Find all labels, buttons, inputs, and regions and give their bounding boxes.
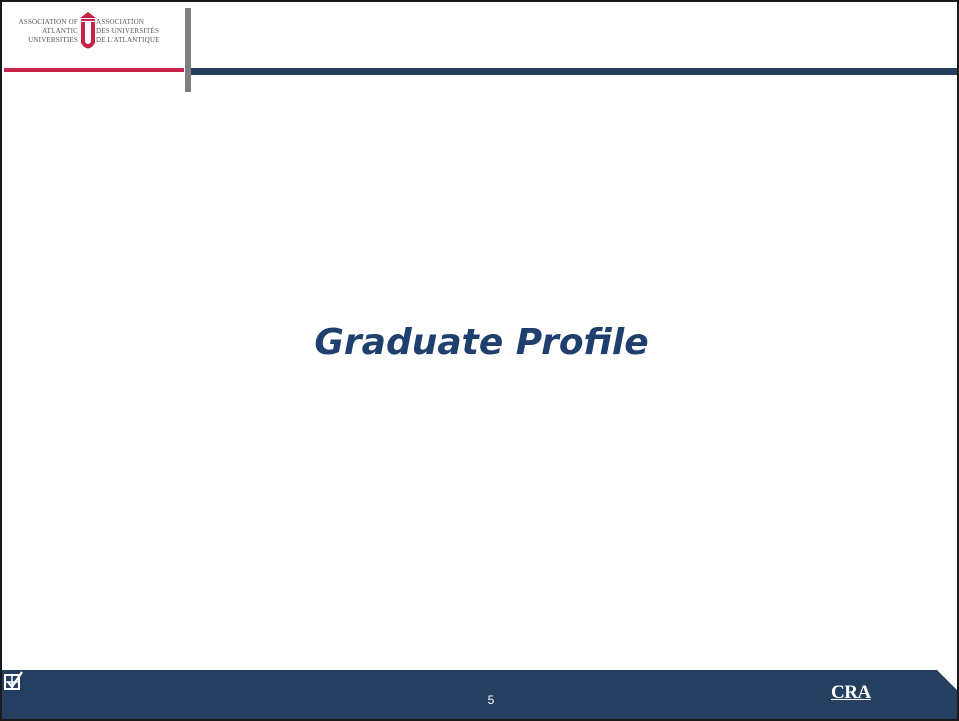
slide: ASSOCIATION OF ATLANTIC UNIVERSITIES ASS… [0,0,959,721]
header-red-rule [4,68,184,72]
university-arch-icon [80,12,96,49]
checkbox-check-icon [4,671,23,690]
slide-footer: 5 CRA [2,670,957,719]
cra-logo-text: CRA [831,682,871,703]
logo-text-english: ASSOCIATION OF ATLANTIC UNIVERSITIES [18,18,78,44]
header-grey-bar [185,8,191,92]
aau-logo: ASSOCIATION OF ATLANTIC UNIVERSITIES ASS… [4,4,186,72]
slide-title: Graduate Profile [314,322,649,363]
header-navy-rule [191,68,957,75]
logo-text-french: ASSOCIATION DES UNIVERSITÉS DE L'ATLANTI… [96,18,160,44]
page-number: 5 [487,693,495,707]
